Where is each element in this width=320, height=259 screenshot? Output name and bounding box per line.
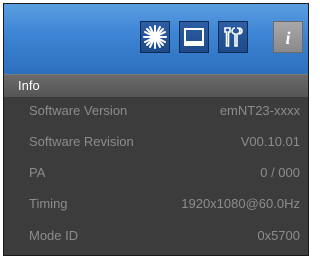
menu-header: i: [4, 4, 308, 74]
row-value: 0x5700: [257, 228, 300, 243]
section-bar: Info: [4, 74, 308, 97]
row-label: Timing: [29, 196, 68, 211]
row-value: emNT23-xxxx: [219, 103, 300, 118]
tab-display[interactable]: [179, 21, 209, 53]
info-row-mode-id: Mode ID 0x5700: [4, 222, 308, 252]
tab-info[interactable]: i: [273, 21, 303, 53]
tools-icon: [219, 22, 247, 52]
tab-brightness[interactable]: [140, 21, 170, 53]
info-icon: i: [274, 22, 302, 52]
row-value: 0 / 000: [260, 165, 300, 180]
row-value: 1920x1080@60.0Hz: [181, 196, 300, 211]
section-title: Info: [18, 78, 40, 93]
row-label: Software Revision: [29, 134, 134, 149]
info-row-pa: PA 0 / 000: [4, 159, 308, 189]
tab-tools[interactable]: [218, 21, 248, 53]
row-label: Mode ID: [29, 228, 79, 243]
row-label: PA: [29, 165, 46, 180]
info-row-software-version: Software Version emNT23-xxxx: [4, 97, 308, 127]
info-row-software-revision: Software Revision V00.10.01: [4, 128, 308, 158]
row-label: Software Version: [29, 103, 128, 118]
monitor-icon: [180, 22, 208, 52]
brightness-icon: [141, 22, 169, 52]
svg-text:i: i: [285, 28, 290, 48]
info-row-timing: Timing 1920x1080@60.0Hz: [4, 190, 308, 220]
osd-menu: i Info Software Version emNT23-xxxx Soft…: [3, 3, 309, 256]
row-value: V00.10.01: [240, 134, 300, 149]
